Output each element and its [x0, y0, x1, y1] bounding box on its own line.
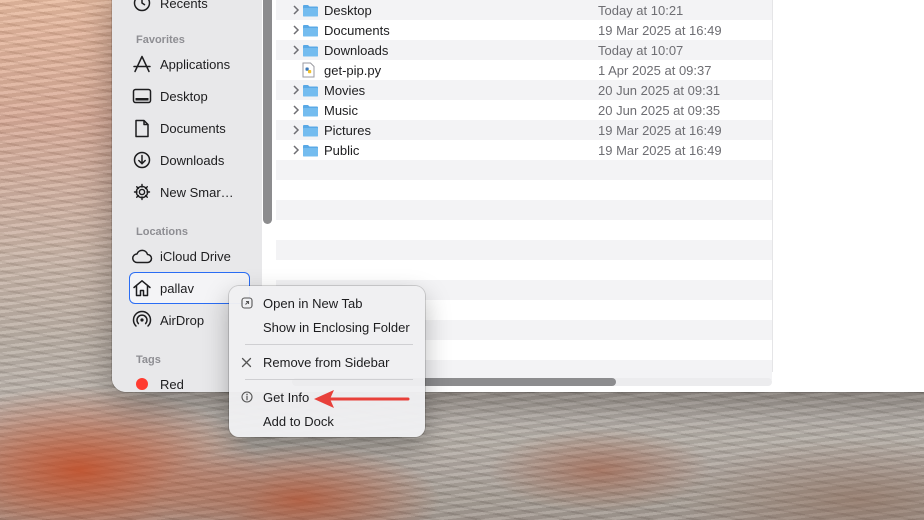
clock-icon: [130, 0, 154, 13]
menu-item-label: Open in New Tab: [263, 295, 363, 311]
file-name: get-pip.py: [324, 62, 382, 78]
empty-row: [276, 260, 772, 280]
close-icon: [241, 357, 263, 368]
airdrop-icon: [130, 310, 154, 330]
folder-icon: [302, 84, 322, 97]
file-name: Documents: [324, 22, 390, 38]
disclosure-chevron-icon[interactable]: [276, 105, 302, 115]
file-row-desktop[interactable]: Desktop Today at 10:21: [276, 0, 772, 20]
document-icon: [130, 118, 154, 138]
folder-icon: [302, 4, 322, 17]
folder-icon: [302, 124, 322, 137]
menu-separator: [245, 379, 413, 380]
sidebar-item-downloads[interactable]: Downloads: [130, 145, 250, 175]
python-file-icon: [302, 62, 322, 78]
file-row-documents[interactable]: Documents 19 Mar 2025 at 16:49: [276, 20, 772, 40]
menu-item-label: Get Info: [263, 389, 310, 405]
favorites-header: Favorites: [136, 34, 185, 46]
folder-icon: [302, 104, 322, 117]
menu-item-label: Remove from Sidebar: [263, 354, 390, 370]
empty-row: [276, 180, 772, 200]
sidebar-item-label: iCloud Drive: [160, 248, 231, 264]
empty-row: [276, 200, 772, 220]
sidebar-item-label: New Smar…: [160, 184, 234, 200]
context-menu: Open in New Tab Show in Enclosing Folder…: [229, 286, 425, 437]
empty-row: [276, 160, 772, 180]
info-icon: [241, 391, 263, 403]
menu-item-show-in-enclosing-folder[interactable]: Show in Enclosing Folder: [229, 315, 425, 339]
disclosure-chevron-icon[interactable]: [276, 5, 302, 15]
file-date: 19 Mar 2025 at 16:49: [598, 22, 722, 38]
sidebar-item-recents[interactable]: Recents: [130, 0, 250, 18]
disclosure-chevron-icon[interactable]: [276, 45, 302, 55]
sidebar-item-icloud-drive[interactable]: iCloud Drive: [130, 241, 250, 271]
file-row-movies[interactable]: Movies 20 Jun 2025 at 09:31: [276, 80, 772, 100]
file-row-public[interactable]: Public 19 Mar 2025 at 16:49: [276, 140, 772, 160]
sidebar-item-label: Applications: [160, 56, 231, 72]
empty-row: [276, 240, 772, 260]
sidebar-item-label: Downloads: [160, 152, 225, 168]
cloud-icon: [130, 246, 154, 266]
folder-icon: [302, 24, 322, 37]
empty-row: [276, 220, 772, 240]
disclosure-chevron-icon[interactable]: [276, 85, 302, 95]
file-name: Music: [324, 102, 358, 118]
sidebar-item-label: Red: [160, 376, 184, 392]
menu-separator: [245, 344, 413, 345]
folder-icon: [302, 144, 322, 157]
sidebar-scrollbar[interactable]: [263, 0, 272, 224]
disclosure-chevron-icon[interactable]: [276, 145, 302, 155]
sidebar-item-label: Desktop: [160, 88, 208, 104]
menu-item-add-to-dock[interactable]: Add to Dock: [229, 409, 425, 433]
sidebar-item-documents[interactable]: Documents: [130, 113, 250, 143]
file-row-downloads[interactable]: Downloads Today at 10:07: [276, 40, 772, 60]
new-tab-icon: [241, 297, 263, 309]
menu-item-label: Show in Enclosing Folder: [263, 319, 410, 335]
sidebar-item-label: Documents: [160, 120, 226, 136]
file-date: Today at 10:21: [598, 2, 684, 18]
downloads-icon: [130, 150, 154, 170]
file-date: 20 Jun 2025 at 09:31: [598, 82, 721, 98]
file-name: Downloads: [324, 42, 389, 58]
gear-icon: [130, 182, 154, 202]
home-icon: [130, 278, 154, 298]
locations-header: Locations: [136, 226, 188, 238]
sidebar-item-new-smart-folder[interactable]: New Smar…: [130, 177, 250, 207]
sidebar-item-applications[interactable]: Applications: [130, 49, 250, 79]
folder-icon: [302, 44, 322, 57]
disclosure-chevron-icon[interactable]: [276, 25, 302, 35]
sidebar-item-label: Recents: [160, 0, 208, 11]
desktop-icon: [130, 86, 154, 106]
file-date: 19 Mar 2025 at 16:49: [598, 122, 722, 138]
disclosure-chevron-icon[interactable]: [276, 125, 302, 135]
file-row-get-pip[interactable]: get-pip.py 1 Apr 2025 at 09:37: [276, 60, 772, 80]
red-tag-dot: [136, 378, 148, 390]
file-name: Movies: [324, 82, 366, 98]
file-row-music[interactable]: Music 20 Jun 2025 at 09:35: [276, 100, 772, 120]
file-date: 19 Mar 2025 at 16:49: [598, 142, 722, 158]
file-row-pictures[interactable]: Pictures 19 Mar 2025 at 16:49: [276, 120, 772, 140]
file-date: Today at 10:07: [598, 42, 684, 58]
file-name: Desktop: [324, 2, 372, 18]
file-name: Pictures: [324, 122, 371, 138]
sidebar-item-desktop[interactable]: Desktop: [130, 81, 250, 111]
sidebar-item-label: pallav: [160, 280, 194, 296]
file-date: 20 Jun 2025 at 09:35: [598, 102, 721, 118]
file-name: Public: [324, 142, 360, 158]
menu-item-open-in-new-tab[interactable]: Open in New Tab: [229, 291, 425, 315]
tags-header: Tags: [136, 354, 161, 366]
column-divider: [772, 0, 773, 372]
sidebar-item-label: AirDrop: [160, 312, 205, 328]
file-date: 1 Apr 2025 at 09:37: [598, 62, 712, 78]
applications-icon: [130, 54, 154, 74]
menu-item-label: Add to Dock: [263, 413, 334, 429]
annotation-arrow-icon: [314, 390, 410, 408]
menu-item-remove-from-sidebar[interactable]: Remove from Sidebar: [229, 350, 425, 374]
